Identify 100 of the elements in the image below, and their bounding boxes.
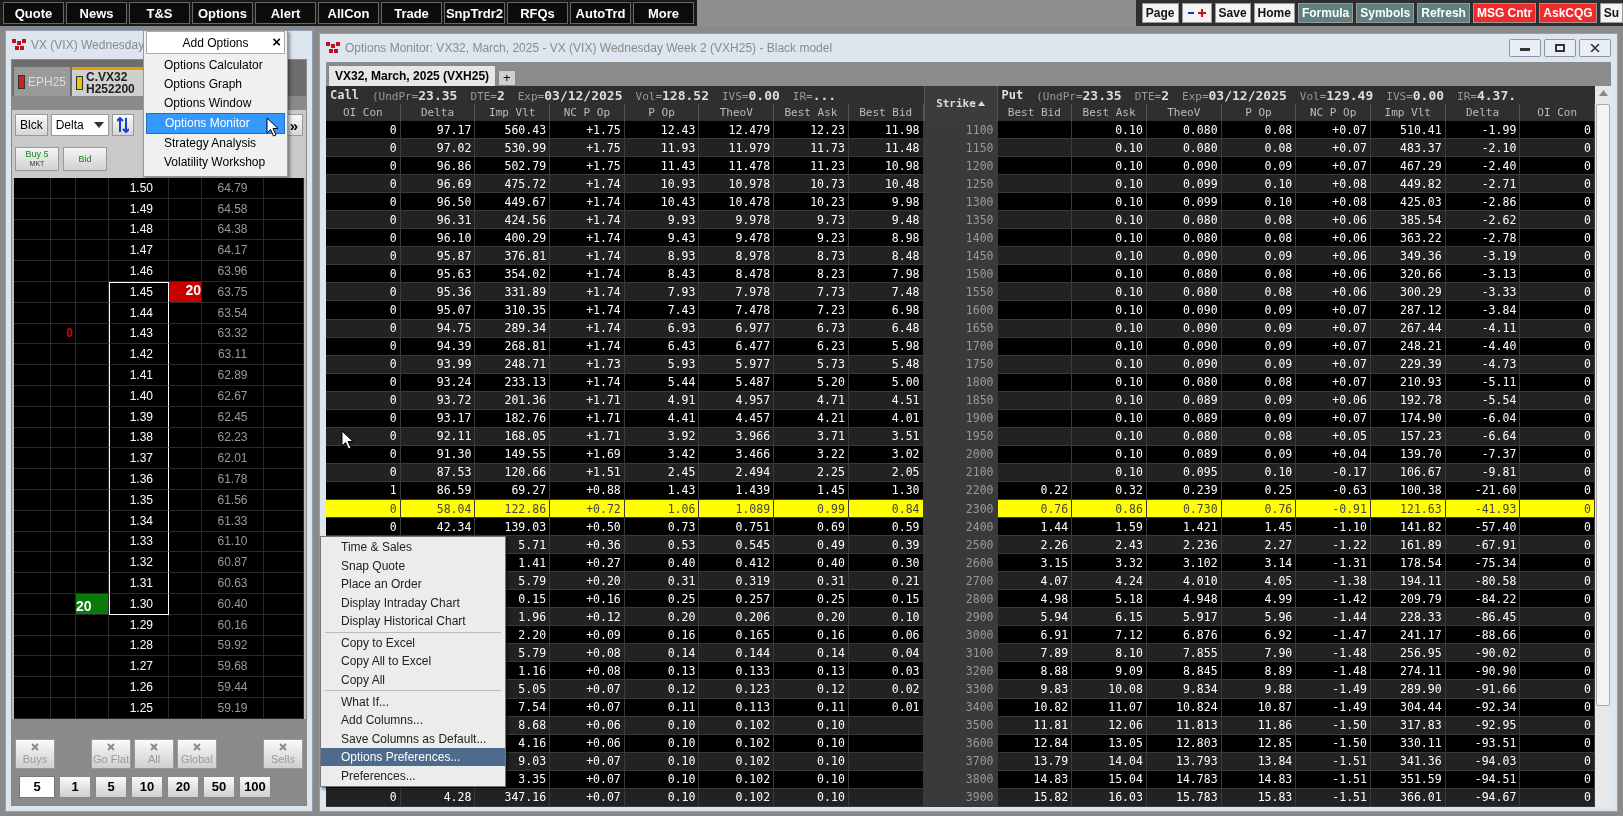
ladder-cell: 64.38 xyxy=(202,219,264,241)
menu-item[interactable]: Options Preferences... xyxy=(321,747,505,767)
toolbar-button[interactable]: Su xyxy=(1599,3,1623,23)
toolbar-button[interactable]: Trade xyxy=(381,2,442,24)
ladder-cell[interactable] xyxy=(76,240,109,262)
toolbar-button[interactable]: Alert xyxy=(255,2,316,24)
ladder-cell[interactable] xyxy=(169,365,202,386)
table-cell: 3.92 xyxy=(624,427,700,446)
ladder-cell[interactable] xyxy=(76,469,109,490)
ladder-cell[interactable] xyxy=(76,302,109,324)
toolbar-button[interactable]: AllCon xyxy=(318,2,379,24)
menu-item[interactable]: Volatility Workshop xyxy=(146,153,285,172)
ladder-cell[interactable] xyxy=(76,344,109,366)
ladder-cell[interactable] xyxy=(76,427,109,449)
ladder-cell[interactable] xyxy=(169,219,202,241)
ladder-cell[interactable] xyxy=(169,198,202,220)
app-icon xyxy=(12,39,26,51)
toolbar-button[interactable]: Quote xyxy=(3,2,64,24)
ladder-cell[interactable] xyxy=(76,385,109,407)
ladder-cell[interactable] xyxy=(169,178,202,199)
ladder-cell[interactable] xyxy=(76,677,109,698)
toolbar-button[interactable]: T&S xyxy=(129,2,190,24)
ladder-cell[interactable] xyxy=(169,406,202,428)
ladder-cell[interactable] xyxy=(76,510,109,532)
close-button[interactable] xyxy=(1579,39,1611,57)
toolbar-button[interactable]: Refresh xyxy=(1417,3,1470,23)
ladder-cell[interactable] xyxy=(169,614,202,636)
toolbar-button[interactable]: News xyxy=(66,2,127,24)
toolbar-button[interactable]: Page xyxy=(1141,3,1179,23)
ladder-cell[interactable] xyxy=(169,261,202,282)
maximize-button[interactable] xyxy=(1544,39,1576,57)
toolbar-button[interactable]: AutoTrd xyxy=(570,2,631,24)
toolbar-button[interactable]: Symbols xyxy=(1356,3,1415,23)
ladder-cell[interactable] xyxy=(76,573,109,594)
ladder-cell[interactable] xyxy=(76,614,109,636)
dropdown[interactable]: Delta xyxy=(50,114,109,136)
scrollbar[interactable] xyxy=(1595,86,1611,807)
ladder-cell[interactable] xyxy=(76,531,109,553)
ladder-cell[interactable] xyxy=(169,635,202,657)
icon-button[interactable] xyxy=(111,114,134,136)
toolbar-button[interactable]: Home xyxy=(1253,3,1295,23)
ladder-cell[interactable] xyxy=(76,365,109,386)
ladder-cell[interactable] xyxy=(169,448,202,470)
ladder-cell[interactable] xyxy=(169,323,202,345)
ladder-cell[interactable] xyxy=(169,510,202,532)
ladder-cell[interactable] xyxy=(169,302,202,324)
ladder-cell[interactable] xyxy=(169,344,202,366)
close-button[interactable]: × xyxy=(272,33,281,50)
toolbar-button[interactable]: More xyxy=(633,2,694,24)
ladder-cell[interactable] xyxy=(76,406,109,428)
quantity-button[interactable]: 50 xyxy=(203,775,235,798)
toolbar-button[interactable]: Save xyxy=(1214,3,1251,23)
ladder-cell[interactable] xyxy=(76,178,109,199)
menu-item[interactable]: Strategy Analysis xyxy=(146,134,285,153)
ladder-cell[interactable] xyxy=(76,552,109,574)
ladder-cell[interactable] xyxy=(169,697,202,719)
order-cell[interactable]: 20 xyxy=(76,593,109,615)
toolbar-button[interactable]: RFQs xyxy=(507,2,568,24)
table-cell: -5.11 xyxy=(1445,373,1521,392)
ladder-cell[interactable] xyxy=(76,261,109,282)
minus-plus-icon xyxy=(1185,7,1208,19)
ladder-cell[interactable] xyxy=(169,531,202,553)
quantity-button[interactable]: 20 xyxy=(167,775,199,798)
ladder-cell[interactable] xyxy=(76,282,109,303)
column-header[interactable]: Strike xyxy=(923,86,998,121)
ladder-cell[interactable] xyxy=(169,385,202,407)
ladder-cell[interactable] xyxy=(169,240,202,262)
quantity-button[interactable]: 10 xyxy=(131,775,163,798)
ladder-cell[interactable] xyxy=(76,697,109,719)
ladder-cell[interactable] xyxy=(169,573,202,594)
toolbar-button[interactable]: Formula xyxy=(1297,3,1354,23)
ladder-cell[interactable] xyxy=(169,552,202,574)
ladder-cell[interactable] xyxy=(76,635,109,657)
ladder-cell[interactable] xyxy=(169,677,202,698)
minimize-button[interactable] xyxy=(1509,39,1541,57)
add-tab-button[interactable]: + xyxy=(498,70,516,86)
ladder-cell[interactable] xyxy=(169,656,202,678)
quantity-button[interactable]: 5 xyxy=(95,775,127,798)
block-button[interactable]: Blck xyxy=(15,114,48,136)
quantity-field[interactable]: 5 xyxy=(19,775,55,798)
tab[interactable]: VX32, March, 2025 (VXH25) xyxy=(328,65,497,86)
ladder-cell[interactable] xyxy=(76,198,109,220)
toolbar-button[interactable]: MSG Cntr xyxy=(1472,3,1537,23)
toolbar-button[interactable]: SnpTrdr2 xyxy=(444,2,505,24)
ladder-cell[interactable] xyxy=(169,489,202,511)
quantity-button[interactable]: 1 xyxy=(59,775,91,798)
ladder-cell[interactable] xyxy=(76,656,109,678)
ladder-cell[interactable] xyxy=(169,427,202,449)
quantity-button[interactable]: 100 xyxy=(239,775,271,798)
zoom-button[interactable] xyxy=(1181,3,1212,23)
order-cell[interactable]: 20 xyxy=(169,282,202,303)
order-button[interactable]: Bid xyxy=(63,147,107,171)
ladder-cell[interactable] xyxy=(76,323,109,345)
toolbar-button[interactable]: AskCQG xyxy=(1539,3,1597,23)
ladder-cell[interactable] xyxy=(76,219,109,241)
ladder-cell[interactable] xyxy=(76,489,109,511)
ladder-cell[interactable] xyxy=(169,593,202,615)
ladder-cell[interactable] xyxy=(169,469,202,490)
ladder-cell[interactable] xyxy=(76,448,109,470)
toolbar-button[interactable]: Options xyxy=(192,2,253,24)
